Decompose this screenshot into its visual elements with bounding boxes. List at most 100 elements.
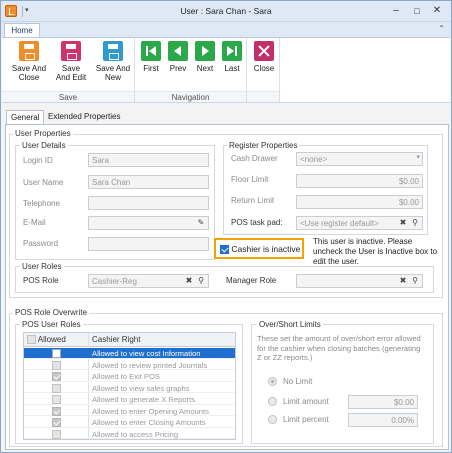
grid-header: Allowed Cashier Right [24, 333, 235, 347]
tab-general[interactable]: General [6, 110, 45, 124]
cashier-right-cell: Allowed to enter Closing Amounts [92, 418, 206, 427]
manager-role-field[interactable]: ✖ ⚲ [296, 274, 423, 288]
close-icon [254, 41, 274, 61]
save-new-label-1: Save And [95, 64, 131, 73]
allowed-checkbox[interactable] [52, 395, 61, 405]
over-short-title: Over/Short Limits [257, 320, 323, 329]
allowed-checkbox[interactable] [52, 429, 61, 439]
allowed-checkbox[interactable] [52, 418, 61, 428]
allowed-checkbox[interactable] [52, 360, 61, 370]
cash-drawer-select[interactable]: <none> ▾ [296, 152, 423, 166]
minimize-button[interactable]: – [388, 4, 404, 18]
cashier-rights-grid[interactable]: Allowed Cashier Right Allowed to view co… [23, 332, 236, 440]
close-window-button[interactable]: ✕ [429, 4, 445, 18]
telephone-field[interactable] [88, 196, 209, 210]
cashier-right-cell: Allowed to view cost Information [92, 349, 201, 358]
first-button[interactable]: First [139, 41, 163, 73]
next-label: Next [196, 64, 214, 73]
ribbon-collapse-icon[interactable]: ⌃ [438, 24, 445, 33]
save-close-label-2: Close [18, 73, 40, 82]
grid-header-allowed[interactable]: Allowed [27, 335, 66, 345]
allowed-checkbox[interactable] [52, 372, 61, 382]
cashier-inactive-checkbox[interactable]: Cashier is inactive [220, 244, 300, 255]
clear-icon[interactable]: ✖ [398, 218, 408, 228]
next-icon [195, 41, 215, 61]
save-new-icon [103, 41, 123, 61]
ribbon-group-close-label [247, 91, 279, 102]
cashier-right-cell: Allowed to generate X Reports [92, 395, 195, 404]
table-row[interactable]: Allowed to Exit POS [24, 371, 235, 382]
table-row[interactable]: Allowed to access Pricing [24, 429, 235, 439]
table-row[interactable]: Allowed to review printed Journals [24, 360, 235, 370]
user-window: ▾ User : Sara Chan - Sara – □ ✕ Home ⌃ S… [0, 0, 452, 453]
cashier-right-cell: Allowed to review printed Journals [92, 360, 208, 370]
clear-icon[interactable]: ✖ [398, 276, 408, 286]
checkbox-checked-icon [52, 418, 61, 428]
checkbox-icon [52, 349, 61, 359]
allowed-checkbox[interactable] [52, 406, 61, 416]
last-label: Last [224, 64, 240, 73]
ribbon-group-navigation: First Prev Next Last Navigation [135, 38, 247, 103]
pos-task-pad-field[interactable]: <Use register default> ✖ ⚲ [296, 216, 423, 230]
return-limit-label: Return Limit [231, 196, 275, 205]
password-field[interactable] [88, 237, 209, 251]
return-limit-field[interactable]: $0.00 [296, 195, 423, 209]
checkbox-checked-icon [220, 245, 229, 255]
ribbon-group-navigation-label: Navigation [135, 91, 246, 102]
search-icon[interactable]: ⚲ [196, 276, 206, 286]
over-short-description: These set the amount of over/short error… [257, 334, 421, 363]
last-icon [222, 41, 242, 61]
maximize-button[interactable]: □ [409, 4, 425, 18]
prev-button[interactable]: Prev [166, 41, 190, 73]
inactive-note: This user is inactive. Please uncheck th… [313, 237, 438, 266]
search-icon[interactable]: ⚲ [410, 218, 420, 228]
pos-role-field[interactable]: Cashier-Reg ✖ ⚲ [88, 274, 209, 288]
ribbon-tab-row: Home ⌃ [1, 22, 451, 38]
user-name-field[interactable]: Sara Chan [88, 175, 209, 189]
pos-user-roles-title: POS User Roles [20, 320, 83, 329]
tab-home[interactable]: Home [4, 23, 40, 38]
allowed-checkbox[interactable] [52, 383, 61, 393]
select-all-checkbox-icon [27, 335, 36, 345]
email-compose-icon[interactable]: ✎ [196, 218, 206, 228]
save-and-new-button[interactable]: Save And New [93, 41, 133, 82]
table-row[interactable]: Allowed to enter Opening Amounts [24, 406, 235, 416]
cashier-right-cell: Allowed to enter Opening Amounts [92, 406, 209, 416]
save-edit-label-1: Save [61, 64, 81, 73]
user-roles-title: User Roles [20, 262, 64, 271]
save-and-edit-button[interactable]: Save And Edit [51, 41, 91, 82]
limit-percent-label: Limit percent [283, 415, 329, 424]
clear-icon[interactable]: ✖ [184, 276, 194, 286]
search-icon[interactable]: ⚲ [410, 276, 420, 286]
prev-label: Prev [169, 64, 187, 73]
email-field[interactable]: ✎ [88, 216, 209, 230]
floor-limit-label: Floor Limit [231, 175, 269, 184]
cash-drawer-value: <none> [300, 155, 328, 164]
limit-percent-field[interactable]: 0.00% [348, 413, 418, 427]
next-button[interactable]: Next [193, 41, 217, 73]
limit-amount-field[interactable]: $0.00 [348, 395, 418, 409]
table-row[interactable]: Allowed to view sales graphs [24, 383, 235, 393]
grid-header-right[interactable]: Cashier Right [92, 335, 140, 344]
table-row[interactable]: Allowed to enter Closing Amounts [24, 417, 235, 428]
checkbox-icon [52, 429, 61, 439]
content-tabs: General Extended Properties [2, 109, 450, 124]
close-button[interactable]: Close [251, 41, 277, 73]
login-id-field[interactable]: Sara [88, 153, 209, 167]
limit-amount-radio[interactable] [268, 397, 277, 406]
no-limit-radio[interactable] [268, 377, 277, 386]
pos-task-pad-label: POS task pad: [231, 218, 283, 227]
floor-limit-field[interactable]: $0.00 [296, 174, 423, 188]
limit-percent-radio[interactable] [268, 415, 277, 424]
save-and-close-button[interactable]: Save And Close [9, 41, 49, 82]
last-button[interactable]: Last [220, 41, 244, 73]
email-label: E-Mail [23, 218, 46, 227]
tab-extended-properties[interactable]: Extended Properties [44, 110, 125, 124]
pos-role-label: POS Role [23, 276, 59, 285]
allowed-checkbox[interactable] [52, 349, 61, 359]
cash-drawer-label: Cash Drawer [231, 154, 278, 163]
table-row[interactable]: Allowed to generate X Reports [24, 394, 235, 405]
table-row[interactable]: Allowed to view cost Information [24, 348, 235, 359]
save-close-label-1: Save And [11, 64, 47, 73]
ribbon-group-save: Save And Close Save And Edit Save And Ne… [2, 38, 135, 103]
